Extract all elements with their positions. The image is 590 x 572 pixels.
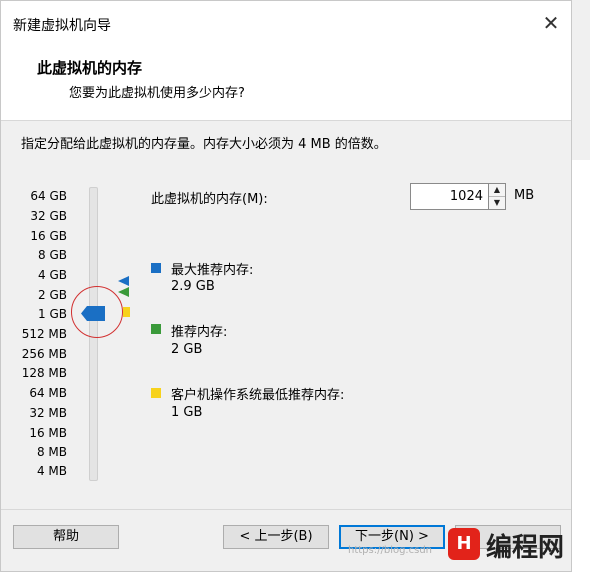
background-strip-lower <box>572 160 590 572</box>
close-button[interactable]: ✕ <box>537 11 565 35</box>
scale-label: 32 GB <box>30 209 67 223</box>
scale-label: 64 GB <box>30 189 67 203</box>
scale-label: 4 MB <box>36 464 67 478</box>
max-recommended-marker <box>118 276 129 286</box>
scale-label: 512 MB <box>21 327 67 341</box>
recommended-swatch <box>151 324 161 334</box>
guest-min-swatch <box>151 388 161 398</box>
spin-down-icon[interactable]: ▼ <box>489 197 505 209</box>
scale-label: 2 GB <box>38 288 67 302</box>
window-title: 新建虚拟机向导 <box>13 18 111 34</box>
back-button[interactable]: < 上一步(B) <box>223 525 329 549</box>
scale-label: 64 MB <box>29 386 67 400</box>
memory-unit: MB <box>514 188 535 203</box>
max-recommended-swatch <box>151 263 161 273</box>
wizard-dialog: 新建虚拟机向导 ✕ 此虚拟机的内存 您要为此虚拟机使用多少内存? 指定分配给此虚… <box>0 0 572 572</box>
recommended-label: 推荐内存: <box>171 325 228 340</box>
scale-label: 128 MB <box>21 366 67 380</box>
spin-up-icon[interactable]: ▲ <box>489 184 505 197</box>
page-subtitle: 您要为此虚拟机使用多少内存? <box>69 86 245 101</box>
instruction-text: 指定分配给此虚拟机的内存量。内存大小必须为 4 MB 的倍数。 <box>21 137 387 152</box>
memory-spinner[interactable]: ▲ ▼ <box>488 183 506 210</box>
page-title: 此虚拟机的内存 <box>37 59 143 77</box>
guest-min-label: 客户机操作系统最低推荐内存: <box>171 388 345 403</box>
memory-input[interactable] <box>410 183 490 210</box>
scale-label: 4 GB <box>38 268 67 282</box>
max-recommended-label: 最大推荐内存: <box>171 263 254 278</box>
guest-min-value: 1 GB <box>171 405 203 420</box>
watermark-logo: H <box>448 528 480 560</box>
watermark-url: https://blog.csdn <box>348 545 433 556</box>
scale-label: 8 GB <box>38 248 67 262</box>
recommended-value: 2 GB <box>171 342 203 357</box>
memory-label: 此虚拟机的内存(M): <box>151 192 268 207</box>
watermark-brand: 编程网 <box>486 533 565 563</box>
title-bar: 新建虚拟机向导 ✕ <box>1 1 571 45</box>
scale-label: 16 GB <box>30 229 67 243</box>
scale-label: 32 MB <box>29 406 67 420</box>
scale-label: 256 MB <box>21 347 67 361</box>
max-recommended-value: 2.9 GB <box>171 279 215 294</box>
scale-label: 1 GB <box>38 307 67 321</box>
footer-divider <box>1 509 571 510</box>
annotation-circle <box>71 286 123 338</box>
guest-min-marker <box>123 307 130 317</box>
help-button[interactable]: 帮助 <box>13 525 119 549</box>
recommended-marker <box>118 287 129 297</box>
scale-label: 8 MB <box>36 445 67 459</box>
wizard-header: 此虚拟机的内存 您要为此虚拟机使用多少内存? <box>1 45 571 121</box>
background-strip <box>572 0 590 160</box>
scale-label: 16 MB <box>29 426 67 440</box>
